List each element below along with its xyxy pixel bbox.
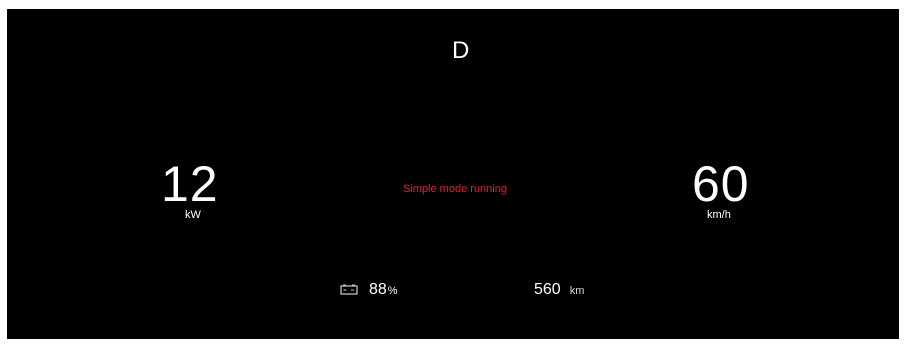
status-message: Simple mode running <box>403 183 507 195</box>
range-indicator: 560 km <box>534 282 584 298</box>
speed-unit: km/h <box>707 209 731 221</box>
battery-indicator: 88 % <box>340 282 398 298</box>
battery-icon <box>340 284 358 295</box>
range-unit: km <box>569 285 585 297</box>
battery-percent-unit: % <box>387 285 398 297</box>
speed-value: 60 <box>692 156 750 212</box>
power-unit: kW <box>185 209 201 221</box>
gear-indicator: D <box>452 37 470 64</box>
power-value: 12 <box>161 156 219 212</box>
range-value: 560 <box>534 281 561 298</box>
battery-percent: 88 <box>369 281 387 298</box>
instrument-cluster: D 12 kW Simple mode running 60 km/h 88 %… <box>7 9 899 339</box>
